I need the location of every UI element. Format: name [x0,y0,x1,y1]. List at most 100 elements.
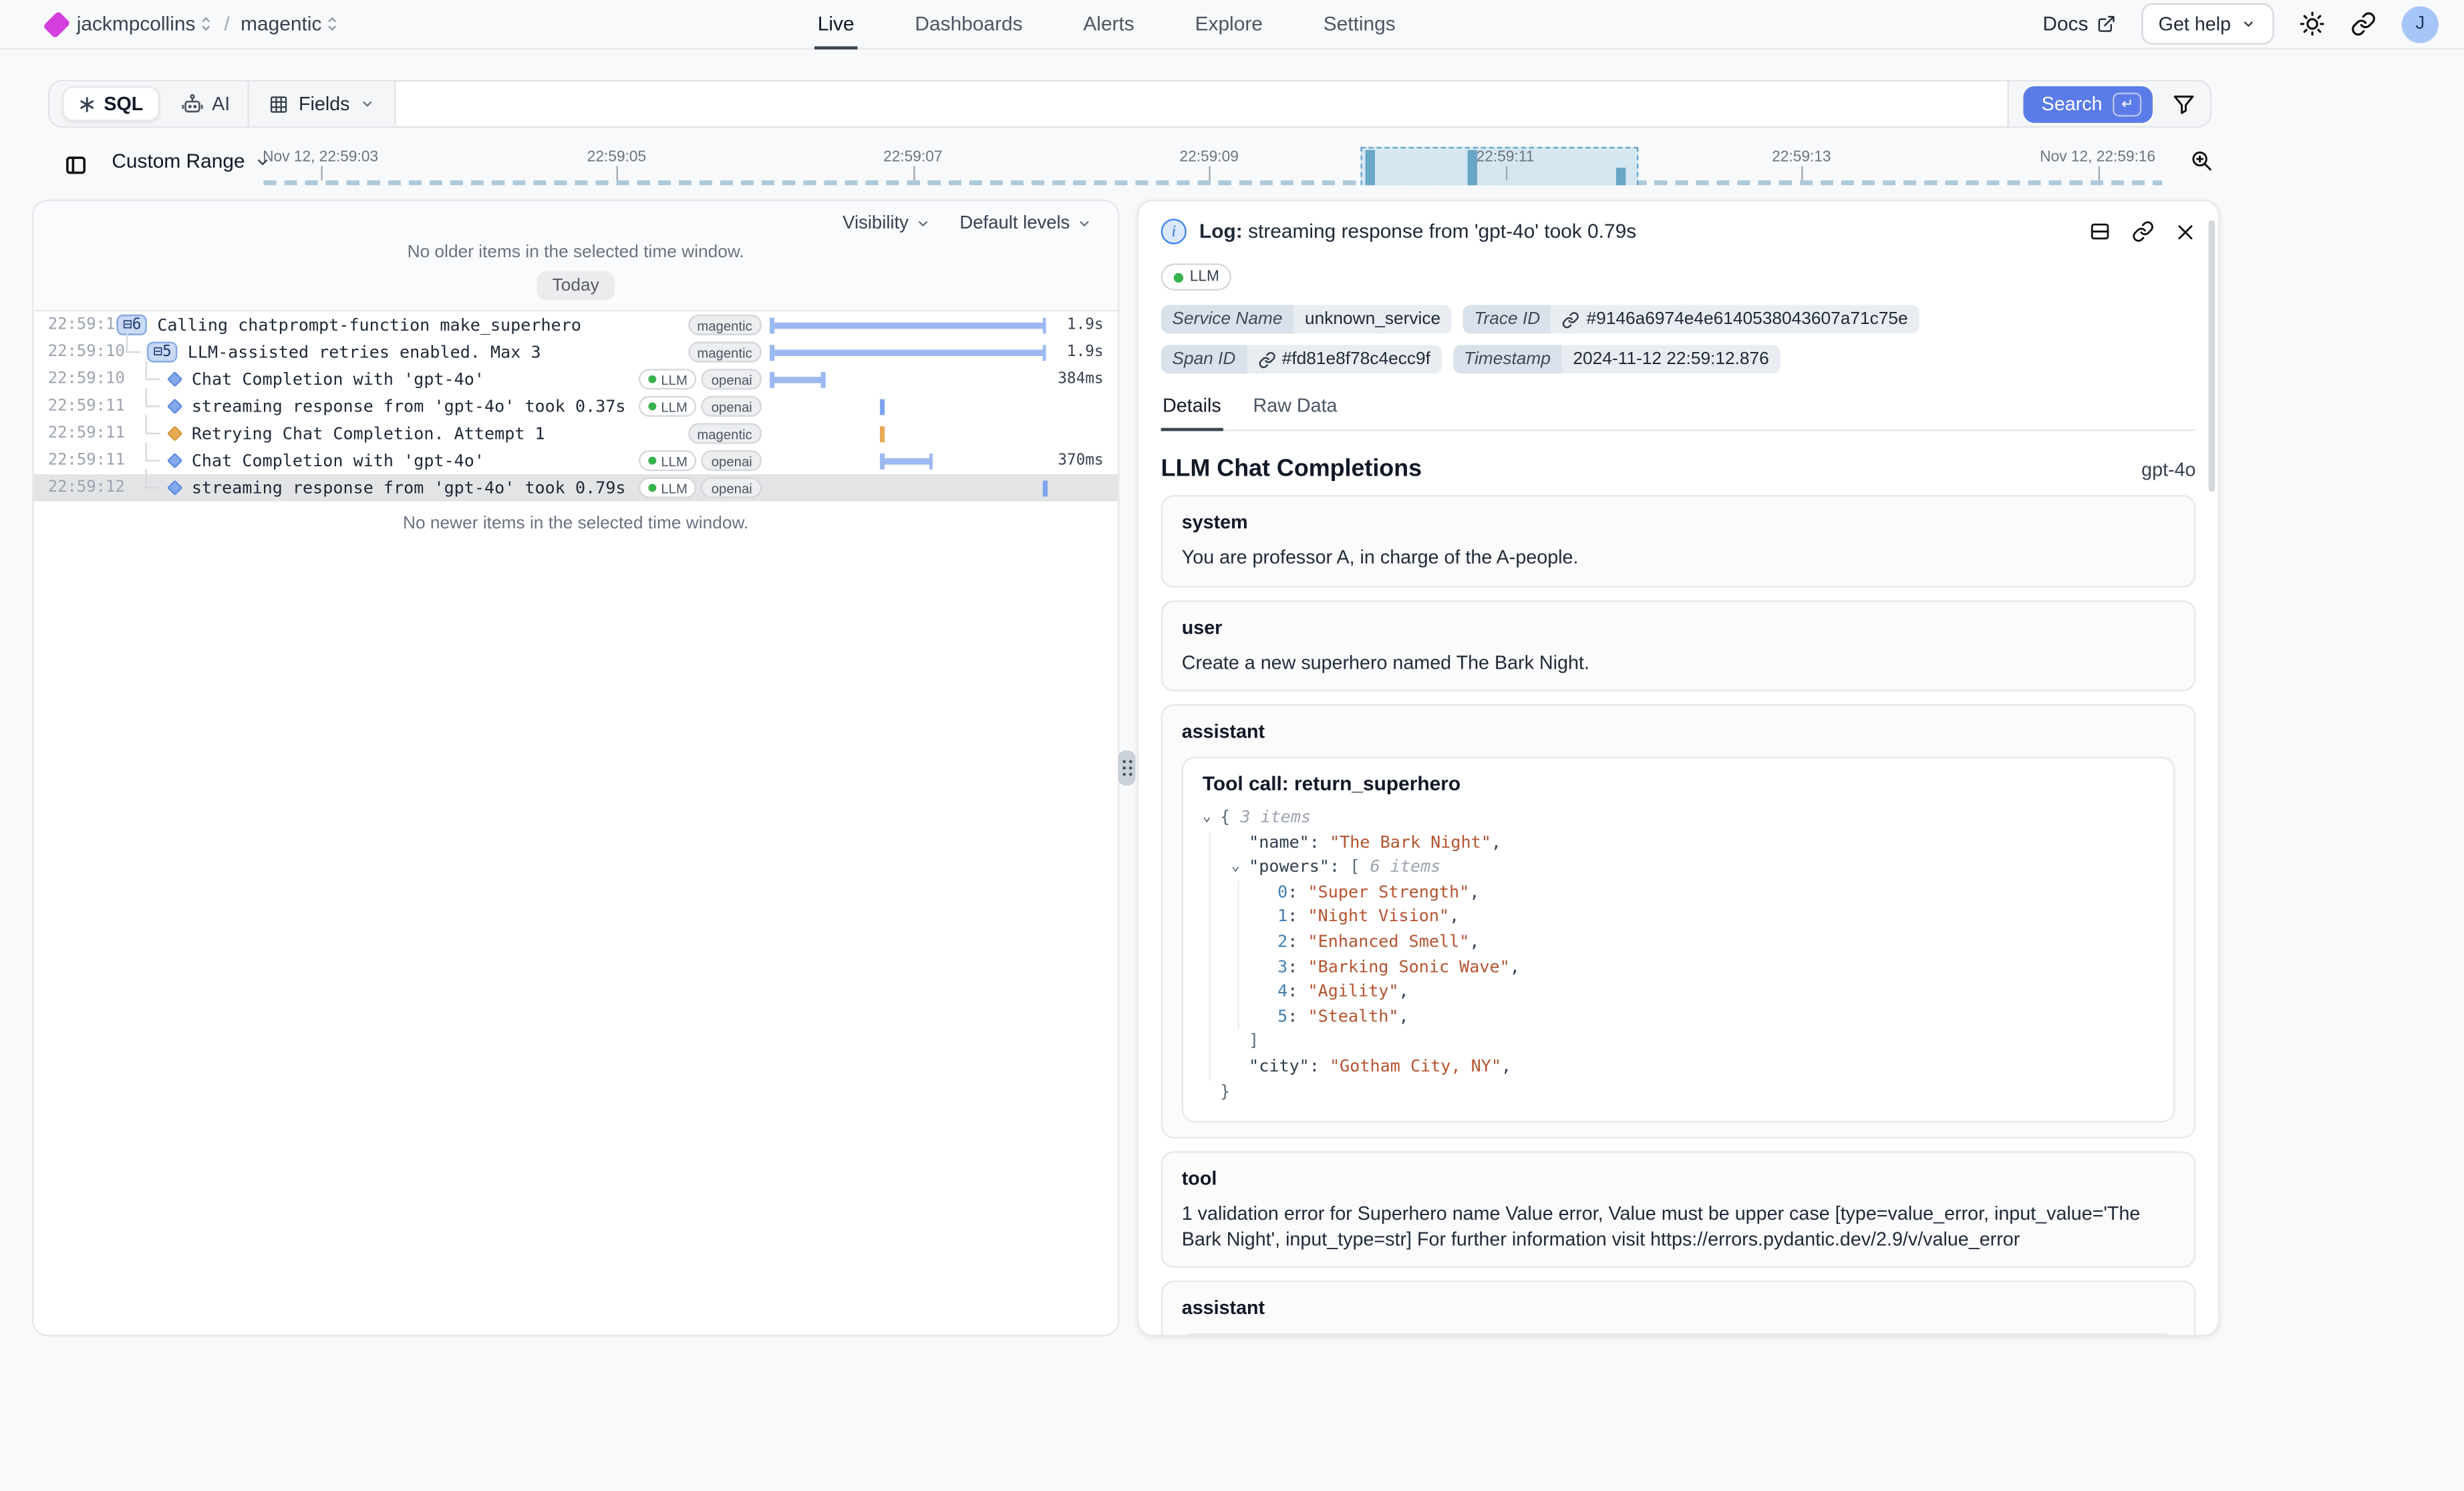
share-link-button[interactable] [2350,11,2376,37]
meta-timestamp[interactable]: Timestamp2024-11-12 22:59:12.876 [1452,345,1780,373]
org-selector[interactable]: jackmpcollins [77,13,213,35]
log-message: Retrying Chat Completion. Attempt 1 [192,424,545,444]
tab-live[interactable]: Live [814,0,857,49]
log-row[interactable]: 22:59:12streaming response from 'gpt-4o'… [33,474,1118,502]
fields-dropdown[interactable]: Fields [248,81,396,126]
today-button[interactable]: Today [536,271,615,300]
collapse-group-badge[interactable]: ⊟6 [116,315,147,335]
docs-label: Docs [2042,13,2088,35]
default-levels-dropdown[interactable]: Default levels [959,214,1092,233]
badge-magentic: magentic [687,342,762,363]
time-range-label: Custom Range [112,150,245,172]
detail-tab-details[interactable]: Details [1161,394,1223,431]
span-duration-label: 370ms [1046,452,1118,469]
get-help-button[interactable]: Get help [2141,3,2274,45]
meta-service-name[interactable]: Service Nameunknown_service [1161,305,1452,334]
tab-dashboards[interactable]: Dashboards [912,0,1026,49]
llm-span-diamond-icon [167,371,183,387]
scrollbar-thumb[interactable] [2209,220,2215,492]
query-input-area [396,81,2008,126]
docs-link[interactable]: Docs [2042,13,2115,35]
json-token: 1 [1277,906,1287,931]
copy-link-button[interactable] [2132,220,2154,242]
log-row[interactable]: 22:59:11Retrying Chat Completion. Attemp… [33,420,1118,448]
json-token: , [1501,1055,1511,1080]
warning-diamond-icon [167,426,183,442]
sql-mode-button[interactable]: SQL [62,86,159,122]
chevron-down-icon [2240,16,2256,32]
detail-tab-raw-data[interactable]: Raw Data [1251,394,1339,431]
ai-mode-button[interactable]: AI [175,92,235,116]
log-timestamp: 22:59:10 [33,316,114,333]
meta-label: Span ID [1161,345,1247,373]
json-token: 3 [1277,956,1287,981]
get-help-label: Get help [2159,13,2231,35]
breadcrumb-separator: / [224,13,229,35]
tab-explore[interactable]: Explore [1192,0,1266,49]
workspace-breadcrumb: jackmpcollins / magentic [48,13,527,35]
log-badges: LLMopenai [639,478,770,498]
tab-alerts[interactable]: Alerts [1080,0,1138,49]
fields-label: Fields [299,93,350,115]
json-indent-spacer [1231,831,1249,856]
json-token: : [1287,981,1307,1005]
search-bar: SQL AI Fields Search ↵ [48,80,2212,128]
search-button[interactable]: Search ↵ [2024,86,2153,122]
timeline-histogram-bar [1467,150,1477,186]
no-newer-items-text: No newer items in the selected time wind… [33,514,1118,534]
json-token: 5 [1277,1005,1287,1030]
json-token: 3 items [1240,806,1311,831]
visibility-dropdown[interactable]: Visibility [842,214,931,233]
timeline[interactable]: Nov 12, 22:59:0322:59:0522:59:0722:59:09… [263,144,2162,187]
meta-value: 2024-11-12 22:59:12.876 [1562,345,1781,373]
llm-span-diamond-icon [167,453,183,469]
meta-label: Timestamp [1452,345,1561,373]
json-collapse-chevron-icon[interactable]: ⌄ [1203,806,1220,831]
log-detail-panel: i Log: streaming response from 'gpt-4o' … [1137,200,2220,1337]
close-button[interactable] [2175,221,2195,242]
timeline-baseline [263,180,2162,185]
log-row[interactable]: 22:59:10⊟5LLM-assisted retries enabled. … [33,339,1118,366]
panel-resize-handle[interactable] [1118,750,1135,786]
user-avatar[interactable]: J [2402,5,2439,42]
time-range-selector[interactable]: Custom Range [112,150,272,172]
llm-badge-label: LLM [1190,269,1219,286]
filter-button[interactable] [2172,92,2196,116]
search-input[interactable] [396,81,2008,126]
green-dot-icon [1174,273,1183,282]
log-row[interactable]: 22:59:11streaming response from 'gpt-4o'… [33,393,1118,420]
log-row[interactable]: 22:59:10Chat Completion with 'gpt-4o'LLM… [33,365,1118,393]
zoom-in-button[interactable] [2189,148,2213,172]
message-role: assistant [1182,1297,2175,1319]
meta-trace-id[interactable]: Trace ID#9146a6974e4e6140538043607a71c75… [1463,305,1919,334]
json-token: "powers" [1249,856,1330,881]
timeline-tick-label: 22:59:05 [587,148,646,166]
tab-settings[interactable]: Settings [1320,0,1399,49]
json-token: ] [1249,1031,1259,1055]
meta-span-id[interactable]: Span ID#fd81e8f78c4ecc9f [1161,345,1442,373]
project-selector[interactable]: magentic [241,13,339,35]
message-role: system [1182,511,2175,533]
span-tick-mark [880,426,884,442]
collapse-group-badge[interactable]: ⊟5 [147,342,178,363]
theme-toggle-button[interactable] [2300,11,2325,37]
log-row[interactable]: 22:59:11Chat Completion with 'gpt-4o'LLM… [33,447,1118,474]
badge-magentic: magentic [687,423,762,444]
json-indent-guide [1209,1005,1231,1030]
layout-toggle-button[interactable] [2089,220,2111,242]
json-token: : [1287,931,1307,955]
badge-openai: openai [702,450,762,471]
json-line: 3: "Barking Sonic Wave", [1203,956,2155,981]
json-indent-spacer [1231,1055,1249,1080]
json-collapse-chevron-icon[interactable]: ⌄ [1231,856,1249,881]
json-token: 4 [1277,981,1287,1005]
span-duration-bar [770,323,1046,328]
collapse-sidebar-button[interactable] [57,147,93,182]
json-indent-guide [1209,906,1231,931]
default-levels-label: Default levels [959,214,1070,233]
span-track [770,339,1046,366]
green-dot-icon [648,457,656,465]
tree-connector [146,387,160,407]
badge-magentic: magentic [687,315,762,335]
log-row[interactable]: 22:59:10⊟6Calling chatprompt-function ma… [33,311,1118,339]
